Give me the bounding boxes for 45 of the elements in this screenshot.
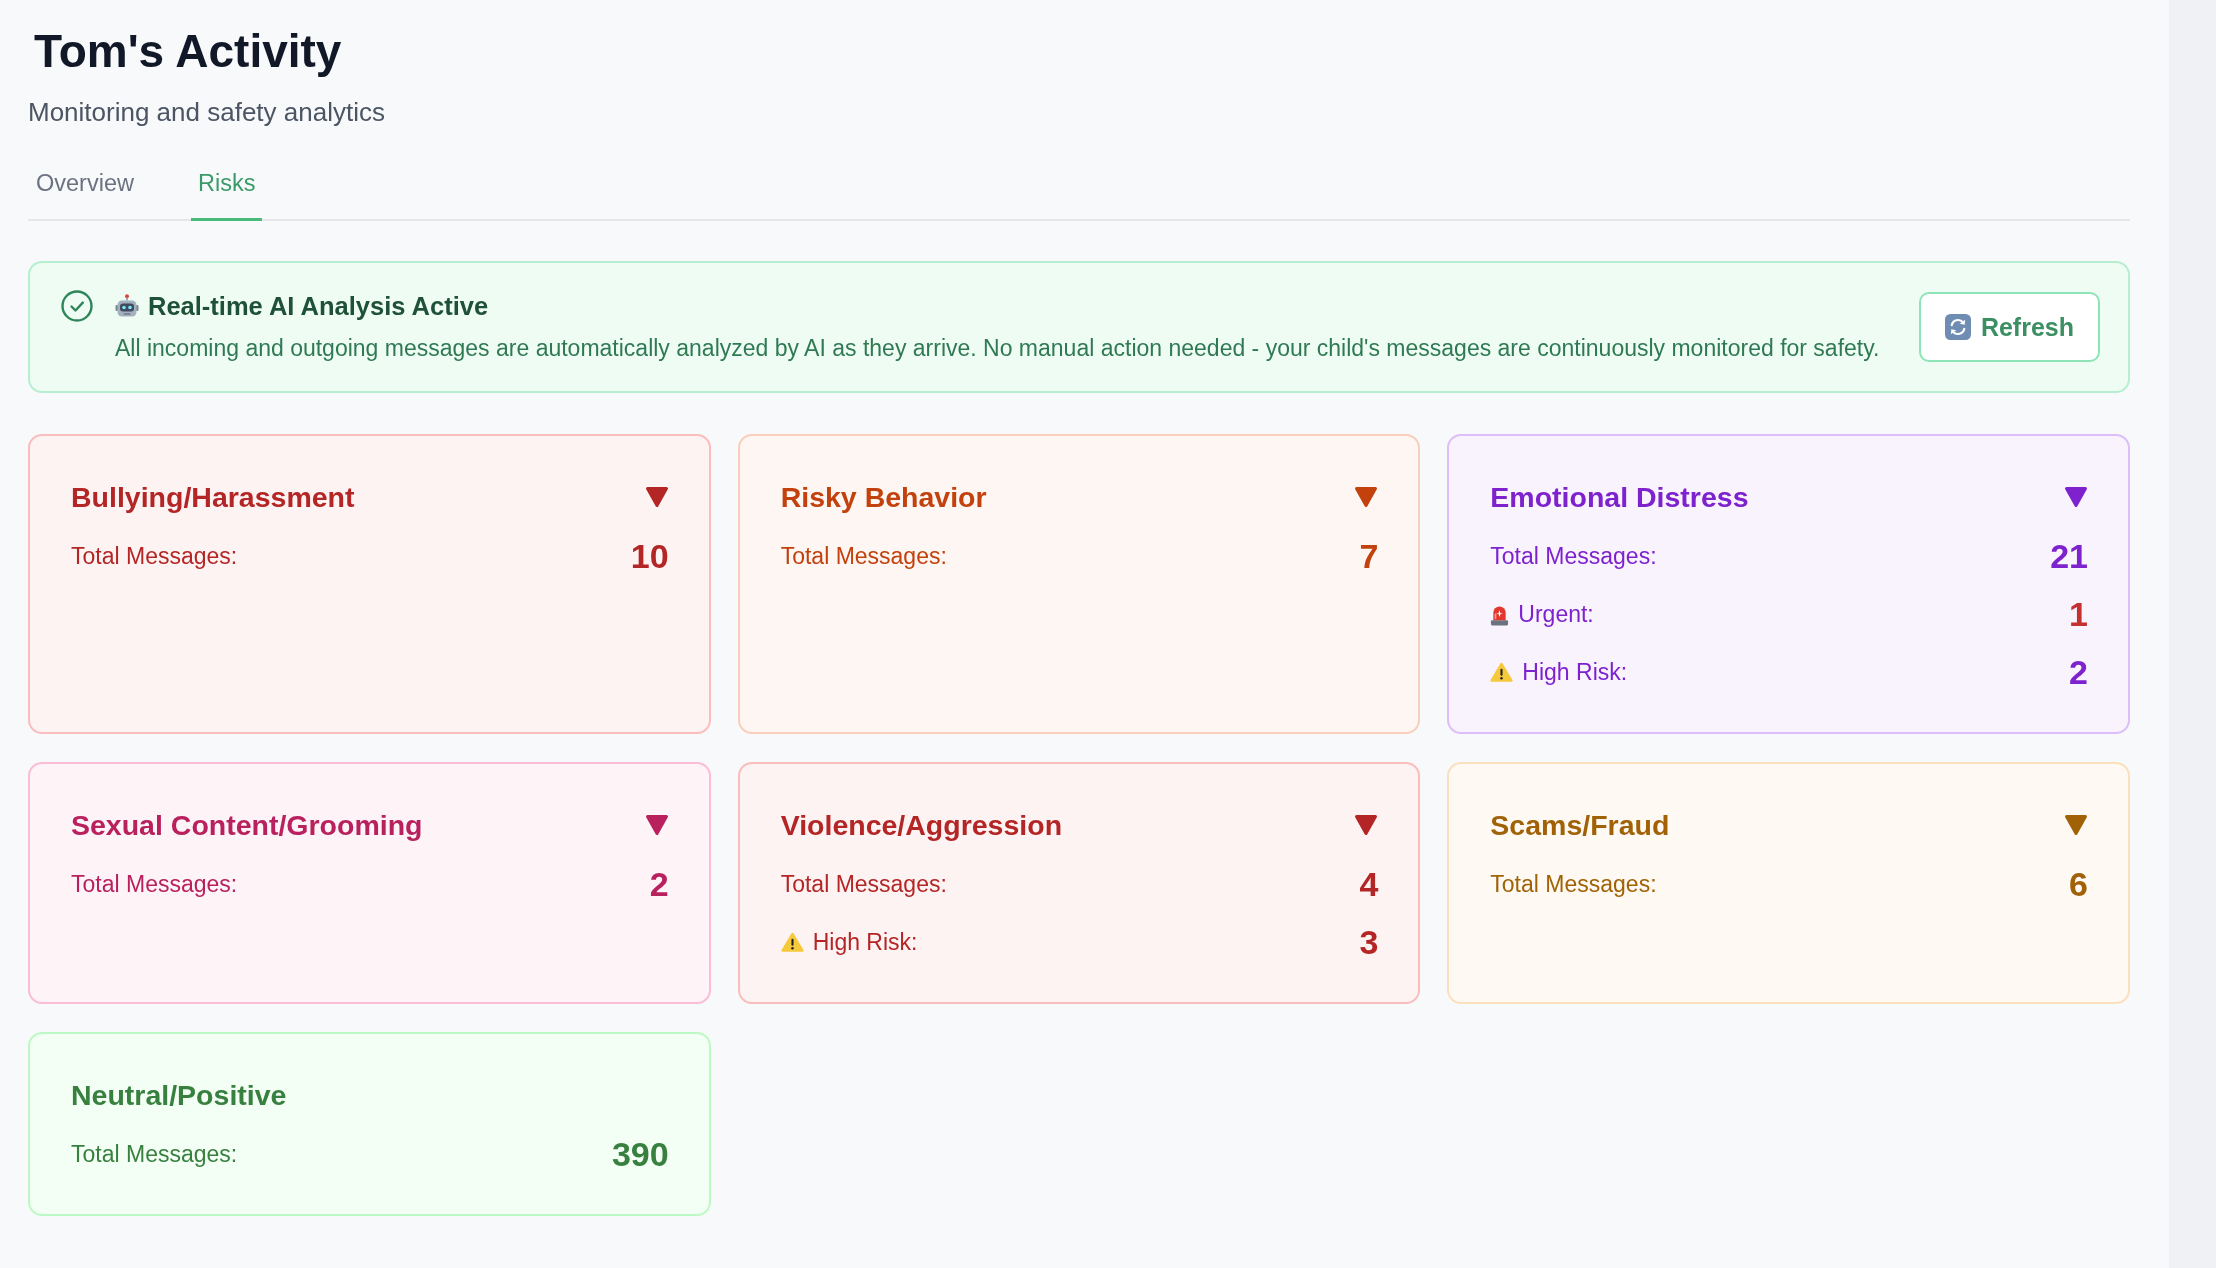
stat-value: 3	[1359, 922, 1379, 963]
stat-label: Total Messages:	[71, 542, 238, 570]
stat-label: Total Messages:	[1490, 542, 1657, 570]
stat-value: 4	[1359, 864, 1379, 905]
caret-down-icon[interactable]	[1354, 814, 1379, 836]
caret-down-icon[interactable]	[1354, 486, 1379, 508]
banner-title: Real-time AI Analysis Active	[148, 291, 489, 322]
page-title: Tom's Activity	[34, 24, 343, 78]
stat-value: 21	[2050, 536, 2088, 577]
banner-message: All incoming and outgoing messages are automatically analyzed by AI as they arrive. No manual action needed - your child's messages are continuously monitored for safety.	[115, 334, 1881, 363]
stat-label: Total Messages:	[780, 870, 947, 898]
robot-icon	[115, 294, 139, 318]
stat-value: 7	[1359, 536, 1379, 577]
caret-down-icon[interactable]	[2064, 814, 2088, 836]
category-title: Violence/Aggression	[780, 808, 1063, 843]
warning-icon	[1490, 662, 1514, 682]
stat-value: 2	[2069, 652, 2088, 693]
stat-label: High Risk:	[812, 928, 918, 956]
tab[interactable]: Risks	[190, 156, 263, 221]
caret-down-icon[interactable]	[2064, 486, 2088, 508]
warning-icon	[780, 932, 804, 952]
stat-value: 10	[630, 536, 669, 577]
category-title: Neutral/Positive	[71, 1078, 287, 1113]
refresh-icon	[1944, 313, 1971, 340]
category-title: Scams/Fraud	[1490, 808, 1670, 843]
stat-label: Total Messages:	[1490, 870, 1657, 898]
stat-label: Total Messages:	[71, 870, 238, 898]
category-title: Emotional Distress	[1490, 480, 1749, 515]
stat-label: Total Messages:	[780, 542, 947, 570]
stat-value: 6	[2069, 864, 2088, 905]
stat-label: Urgent:	[1518, 600, 1594, 628]
stat-value: 1	[2069, 594, 2088, 635]
category-title: Sexual Content/Grooming	[71, 808, 423, 843]
caret-down-icon[interactable]	[644, 486, 669, 508]
category-title: Risky Behavior	[780, 480, 987, 515]
stat-value: 2	[649, 864, 669, 905]
stat-label: Total Messages:	[71, 1140, 238, 1168]
stat-value: 390	[611, 1134, 669, 1175]
page-subtitle: Monitoring and safety analytics	[28, 96, 386, 128]
stat-label: High Risk:	[1522, 658, 1628, 686]
category-title: Bullying/Harassment	[71, 480, 355, 515]
refresh-button[interactable]: Refresh	[1918, 291, 2100, 362]
check-circle-icon	[61, 290, 93, 322]
tab[interactable]: Overview	[29, 156, 141, 221]
caret-down-icon[interactable]	[644, 814, 669, 836]
